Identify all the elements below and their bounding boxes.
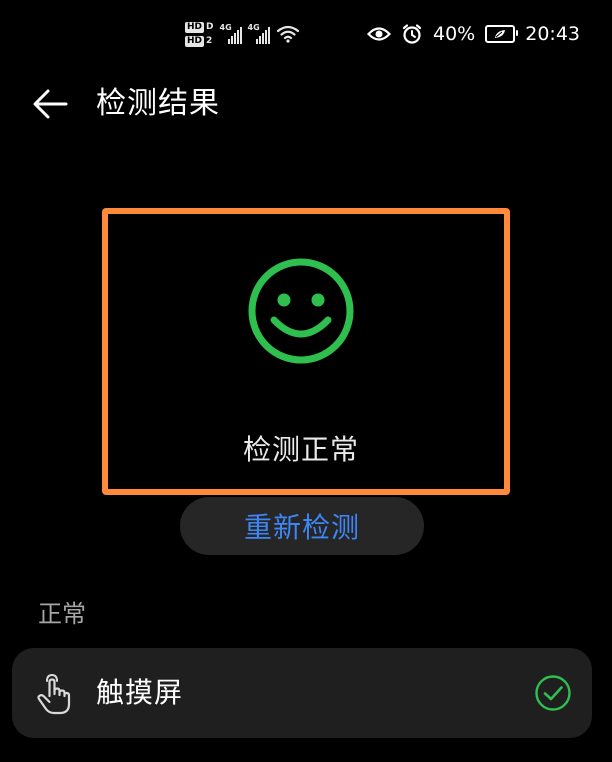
section-label-normal: 正常 — [38, 600, 86, 628]
signal-icon-2: 4G — [248, 24, 270, 44]
page-title: 检测结果 — [96, 86, 220, 121]
hd-badges: HD D HD 2 — [185, 21, 214, 47]
touch-hand-icon — [37, 673, 71, 715]
hd-badge-label: HD — [185, 35, 205, 47]
eye-comfort-icon — [367, 27, 391, 41]
hd-badge-sub: D — [206, 21, 214, 32]
check-circle-icon — [535, 675, 571, 711]
hd-badge-sub: 2 — [206, 35, 213, 46]
clock: 20:43 — [525, 23, 580, 45]
alarm-icon — [402, 24, 422, 44]
signal-label: 4G — [219, 23, 232, 32]
back-button[interactable] — [26, 84, 74, 124]
wifi-icon — [276, 25, 299, 43]
list-item-touchscreen[interactable]: 触摸屏 — [12, 648, 592, 738]
network-indicators: HD D HD 2 4G 4G — [185, 16, 300, 52]
hd-badge-2: HD 2 — [185, 35, 214, 47]
hd-badge-label: HD — [185, 21, 205, 33]
signal-icon-1: 4G — [220, 24, 242, 44]
result-status-text: 检测正常 — [242, 433, 359, 466]
signal-label: 4G — [247, 23, 260, 32]
status-bar: HD D HD 2 4G 4G 40% 20:43 — [0, 0, 612, 68]
battery-percent: 40% — [433, 23, 476, 45]
battery-icon — [485, 25, 519, 43]
smiley-icon — [248, 258, 354, 364]
hd-badge-1: HD D — [185, 21, 214, 33]
arrow-left-icon — [33, 89, 68, 119]
status-right: 40% 20:43 — [367, 20, 580, 48]
app-header: 检测结果 — [0, 72, 612, 136]
list-item-label: 触摸屏 — [96, 676, 184, 709]
retest-button[interactable]: 重新检测 — [180, 497, 424, 555]
